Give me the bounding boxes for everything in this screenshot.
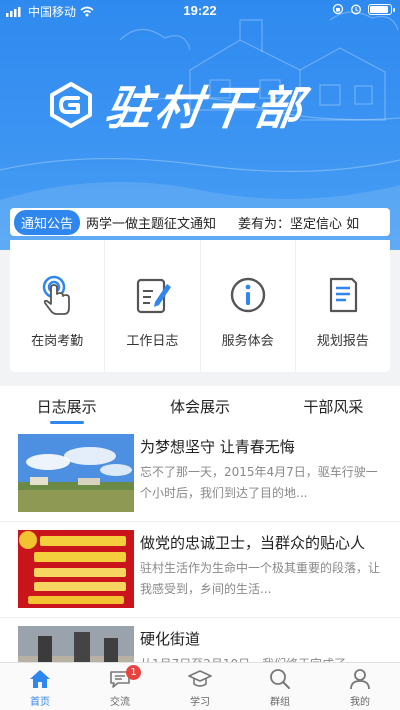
- article-thumbnail: [18, 434, 134, 512]
- brand-title: 驻村干部: [101, 81, 310, 135]
- nav-chat[interactable]: 1 交流: [80, 663, 160, 710]
- bottom-navigation: 首页 1 交流 学习 群组 我的: [0, 662, 400, 710]
- brand-emblem-icon: [50, 82, 92, 128]
- alarm-icon: [351, 4, 361, 15]
- graduation-cap-icon: [188, 670, 212, 687]
- tab-log-display[interactable]: 日志展示: [0, 386, 133, 426]
- article-feed: 为梦想坚守 让青春无悔 忘不了那一天，2015年4月7日，驱车行驶一个小时后，我…: [0, 426, 400, 662]
- notice-item[interactable]: 两学一做主题征文通知: [86, 213, 216, 232]
- unread-badge: 1: [126, 665, 141, 680]
- search-icon: [270, 669, 290, 689]
- home-icon: [30, 670, 50, 688]
- status-bar: 中国移动 19:22: [0, 0, 400, 22]
- action-attendance[interactable]: 在岗考勤: [10, 240, 106, 372]
- nav-home[interactable]: 首页: [0, 663, 80, 710]
- notice-badge: 通知公告: [14, 209, 81, 235]
- nav-label: 交流: [110, 697, 130, 708]
- touch-icon: [42, 275, 71, 315]
- article-thumbnail: [18, 626, 134, 662]
- notice-item[interactable]: 姜有为：坚定信心 如: [238, 213, 359, 232]
- content-tabs: 日志展示 体会展示 干部风采: [0, 386, 400, 426]
- user-icon: [350, 669, 370, 690]
- article-summary: 忘不了那一天，2015年4月7日，驱车行驶一个小时后，我们到达了目的地...: [140, 465, 378, 500]
- action-label: 服务体会: [221, 334, 274, 349]
- article-title: 做党的忠诚卫士，当群众的贴心人: [140, 534, 366, 552]
- lock-rotation-icon: [332, 3, 344, 15]
- action-label: 在岗考勤: [31, 334, 84, 349]
- list-item[interactable]: 硬化街道 从1月7日至2月10日，我们终于完成了: [0, 618, 400, 662]
- article-title: 硬化街道: [140, 630, 201, 648]
- nav-label: 学习: [190, 697, 210, 708]
- action-work-log[interactable]: 工作日志: [105, 240, 201, 372]
- edit-note-icon: [137, 278, 172, 314]
- notice-bar[interactable]: 通知公告 两学一做主题征文通知 姜有为：坚定信心 如: [10, 208, 390, 236]
- action-label: 工作日志: [126, 334, 179, 349]
- tab-experience-display[interactable]: 体会展示: [133, 386, 266, 426]
- article-title: 为梦想坚守 让青春无悔: [140, 438, 295, 456]
- action-planning-report[interactable]: 规划报告: [296, 240, 390, 372]
- list-item[interactable]: 为梦想坚守 让青春无悔 忘不了那一天，2015年4月7日，驱车行驶一个小时后，我…: [0, 426, 400, 522]
- list-item[interactable]: 做党的忠诚卫士，当群众的贴心人 驻村生活作为生命中一个极其重要的段落，让我感受到…: [0, 522, 400, 618]
- article-summary: 驻村生活作为生命中一个极其重要的段落，让我感受到，乡间的生活...: [140, 561, 381, 596]
- document-icon: [329, 277, 357, 313]
- nav-study[interactable]: 学习: [160, 663, 240, 710]
- battery-icon: [368, 3, 395, 15]
- nav-label: 群组: [270, 697, 290, 708]
- info-icon: [230, 277, 265, 313]
- nav-label: 我的: [350, 697, 370, 708]
- action-service-experience[interactable]: 服务体会: [201, 240, 296, 372]
- nav-groups[interactable]: 群组: [240, 663, 320, 710]
- nav-label: 首页: [30, 697, 50, 708]
- nav-profile[interactable]: 我的: [320, 663, 400, 710]
- action-label: 规划报告: [316, 334, 369, 349]
- quick-actions: 在岗考勤 工作日志 服务体会 规划报告: [10, 240, 390, 372]
- tab-cadre-profile[interactable]: 干部风采: [267, 386, 400, 426]
- article-summary: 从1月7日至2月10日，我们终于完成了: [140, 654, 386, 662]
- article-thumbnail: [18, 530, 134, 608]
- brand-logo: 驻村干部: [48, 70, 358, 150]
